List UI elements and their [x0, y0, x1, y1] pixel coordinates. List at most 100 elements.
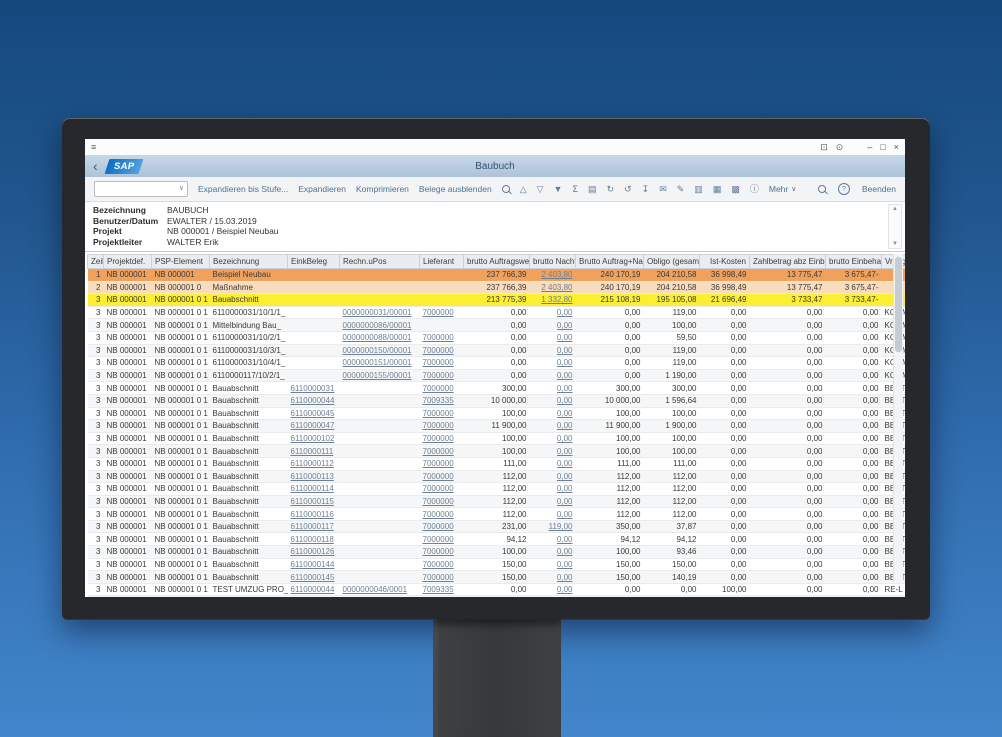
table-row[interactable]: 1NB 000001NB 000001Beispiel Neubau237 76… — [88, 269, 906, 282]
download-icon[interactable]: ↧ — [642, 185, 650, 194]
column-header[interactable]: Zeile — [88, 255, 104, 269]
cell-link[interactable]: 6110000047 — [288, 420, 340, 433]
cell-link[interactable]: 7009335 — [420, 394, 464, 407]
cell-link[interactable]: 7000000 — [420, 571, 464, 584]
table-row[interactable]: 3NB 000001NB 000001 0 16110000031/10/3/1… — [88, 344, 906, 357]
table-row[interactable]: 3NB 000001NB 000001 0 1Bauabschnitt61100… — [88, 558, 906, 571]
table-row[interactable]: 3NB 000001NB 000001 0 1Bauabschnitt61100… — [88, 520, 906, 533]
expand-to-level-button[interactable]: Expandieren bis Stufe... — [198, 184, 288, 194]
cell-link[interactable]: 7009335 — [420, 596, 464, 597]
back-icon[interactable]: ‹ — [93, 159, 98, 173]
column-header[interactable]: brutto Auftragswert — [464, 255, 530, 269]
session-icon[interactable]: ⊙ — [836, 142, 844, 153]
cell-link[interactable]: 6110000117 — [288, 520, 340, 533]
cell-link[interactable]: 0000000155/00001 — [340, 369, 420, 382]
cell-link[interactable]: 0,00 — [530, 546, 576, 559]
cell-link[interactable]: 6110000118 — [288, 533, 340, 546]
table-row[interactable]: 3NB 000001NB 000001 0 1Bauabschnitt61100… — [88, 457, 906, 470]
cell-link[interactable]: 0,00 — [530, 306, 576, 319]
cell-link[interactable]: 0,00 — [530, 470, 576, 483]
search-icon[interactable] — [502, 185, 510, 193]
table-row[interactable]: 3NB 000001NB 000001 0 1Bauabschnitt61100… — [88, 407, 906, 420]
table-row[interactable]: 3NB 000001NB 000001 0 16110000117/10/2/1… — [88, 369, 906, 382]
cell-link[interactable]: 2 403,80 — [530, 281, 576, 294]
table-scrollbar[interactable] — [893, 254, 903, 582]
minimize-button[interactable]: – — [867, 142, 872, 152]
cell-link[interactable]: 7000000 — [420, 407, 464, 420]
level-select[interactable]: ∨ — [94, 181, 188, 197]
cell-link[interactable]: 0,00 — [530, 483, 576, 496]
table-row[interactable]: 3NB 000001NB 000001 0 16110000031/10/4/1… — [88, 357, 906, 370]
cell-link[interactable]: 0,00 — [530, 445, 576, 458]
header-scrollbar[interactable]: ▲ ▼ — [888, 204, 902, 249]
cell-link[interactable]: 6110000116 — [288, 508, 340, 521]
cell-link[interactable]: 0,00 — [530, 394, 576, 407]
cell-link[interactable]: 0000000086/00001 — [340, 319, 420, 332]
column-header[interactable]: Ist-Kosten — [700, 255, 750, 269]
cell-link[interactable]: 6110000126 — [288, 546, 340, 559]
cell-link[interactable]: 6110000113 — [288, 470, 340, 483]
cell-link[interactable]: 7000000 — [420, 382, 464, 395]
cell-link[interactable]: 7000000 — [420, 331, 464, 344]
cell-link[interactable]: 7009335 — [420, 583, 464, 596]
cell-link[interactable]: 7000000 — [420, 344, 464, 357]
cell-link[interactable]: 6110000112 — [288, 457, 340, 470]
cell-link[interactable]: 7000000 — [420, 533, 464, 546]
refresh-all-icon[interactable]: ↺ — [624, 185, 632, 194]
column-header[interactable]: brutto Einbehalt — [826, 255, 882, 269]
column-header[interactable]: Bezeichnung — [210, 255, 288, 269]
scrollbar-thumb[interactable] — [895, 257, 902, 352]
cell-link[interactable]: 7000000 — [420, 546, 464, 559]
table-row[interactable]: 3NB 000001NB 000001 0 1Bauabschnitt61100… — [88, 420, 906, 433]
table-row[interactable]: 3NB 000001NB 000001 0 1Bauabschnitt61100… — [88, 394, 906, 407]
table-row[interactable]: 3NB 000001NB 000001 0 16110000031/10/2/1… — [88, 331, 906, 344]
cell-link[interactable]: 0,00 — [530, 382, 576, 395]
cell-link[interactable]: 6110000115 — [288, 495, 340, 508]
cell-link[interactable]: 119,00 — [530, 520, 576, 533]
column-header[interactable]: Brutto Auftrag+Nachtrag — [576, 255, 644, 269]
column-header[interactable]: Projektdef. — [104, 255, 152, 269]
info-icon[interactable]: ⓘ — [750, 185, 759, 194]
table-row[interactable]: 3NB 000001NB 000001 0 1Bauabschnitt61100… — [88, 571, 906, 584]
table-row[interactable]: 3NB 000001NB 000001 0 1Bauabschnitt61100… — [88, 445, 906, 458]
edit-icon[interactable]: ✎ — [677, 185, 685, 194]
cell-link[interactable]: 0000000150/00001 — [340, 344, 420, 357]
cell-link[interactable]: 0,00 — [530, 357, 576, 370]
cell-link[interactable]: 7000000 — [420, 508, 464, 521]
print-preview-icon[interactable]: ▤ — [588, 185, 597, 194]
cell-link[interactable]: 0,00 — [530, 596, 576, 597]
table-row[interactable]: 3NB 000001NB 000001 0 1TEST UMZUG PRO_61… — [88, 583, 906, 596]
cell-link[interactable]: 0000000033/0001 — [340, 596, 420, 597]
refresh-icon[interactable]: ↻ — [607, 185, 615, 194]
cell-link[interactable]: 0,00 — [530, 457, 576, 470]
expand-button[interactable]: Expandieren — [298, 184, 346, 194]
scroll-down-icon[interactable]: ▼ — [892, 241, 898, 247]
cell-link[interactable]: 6110000111 — [288, 445, 340, 458]
column-header[interactable]: PSP-Element — [152, 255, 210, 269]
filter-icon[interactable]: ▼ — [554, 185, 563, 194]
cell-link[interactable]: 0000000031/00001 — [340, 306, 420, 319]
cell-link[interactable]: 0,00 — [530, 344, 576, 357]
sort-descending-icon[interactable]: ▽ — [537, 185, 544, 194]
table-row[interactable]: 2NB 000001NB 000001 0Maßnahme237 766,392… — [88, 281, 906, 294]
cell-link[interactable]: 6110000044 — [288, 394, 340, 407]
cell-link[interactable]: 6110000045 — [288, 407, 340, 420]
table-row[interactable]: 3NB 000001NB 000001 0 1Bauabschnitt61100… — [88, 508, 906, 521]
column-header[interactable]: brutto Nachtrag — [530, 255, 576, 269]
cell-link[interactable]: 7000000 — [420, 470, 464, 483]
cell-link[interactable]: 0,00 — [530, 369, 576, 382]
cell-link[interactable]: 0,00 — [530, 583, 576, 596]
cell-link[interactable]: 7000000 — [420, 369, 464, 382]
more-menu[interactable]: Mehr ∨ — [769, 184, 797, 194]
table-row[interactable]: 3NB 000001NB 000001 0 1Bauabschnitt61100… — [88, 533, 906, 546]
cell-link[interactable]: 6110000145 — [288, 571, 340, 584]
cell-link[interactable]: 6110000044 — [288, 583, 340, 596]
send-icon[interactable]: ✉ — [659, 185, 667, 194]
cell-link[interactable]: 0,00 — [530, 571, 576, 584]
cell-link[interactable]: 0,00 — [530, 331, 576, 344]
cell-link[interactable]: 0,00 — [530, 432, 576, 445]
cell-link[interactable]: 7000000 — [420, 357, 464, 370]
column-header[interactable]: Rechn.uPos — [340, 255, 420, 269]
cell-link[interactable]: 0,00 — [530, 420, 576, 433]
help-icon[interactable]: ? — [838, 183, 850, 195]
